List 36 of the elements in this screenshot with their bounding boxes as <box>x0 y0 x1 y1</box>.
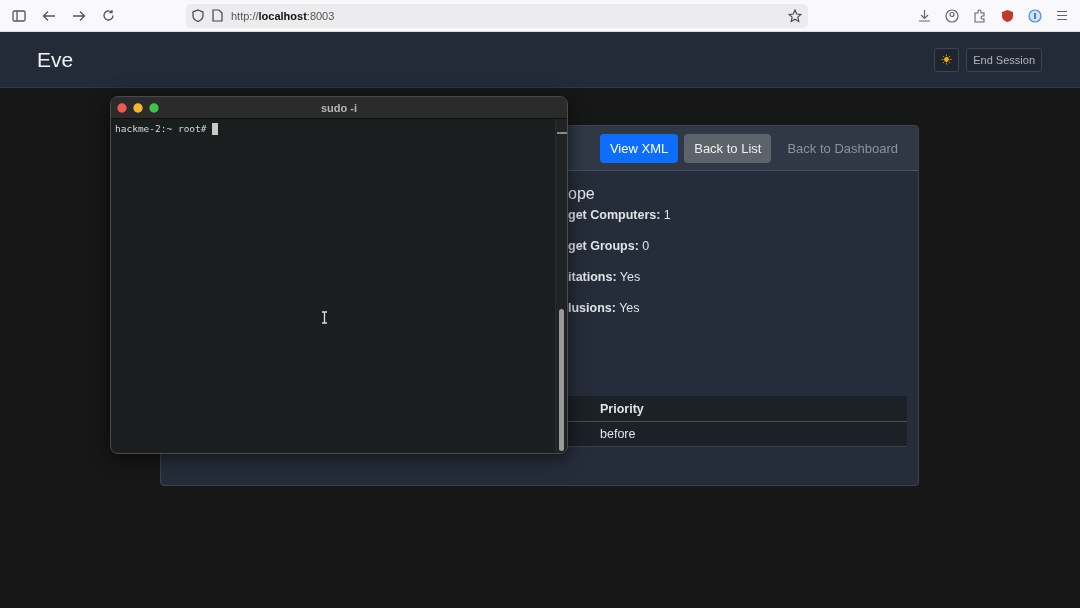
account-icon[interactable] <box>945 8 959 23</box>
menu-icon[interactable] <box>1056 10 1068 21</box>
action-button[interactable]: Back to List <box>684 133 772 163</box>
action-button[interactable]: View XML <box>599 133 679 163</box>
text-cursor-icon <box>321 311 328 324</box>
maximize-icon[interactable] <box>149 102 159 113</box>
theme-toggle-button[interactable] <box>934 47 960 72</box>
scrollbar[interactable] <box>555 119 567 453</box>
star-icon[interactable] <box>788 8 802 23</box>
detail-text: itations: Yes <box>568 270 642 286</box>
sidebar-icon[interactable] <box>12 9 26 22</box>
brand-title[interactable]: Eve <box>37 47 74 72</box>
back-icon[interactable] <box>42 9 56 22</box>
end-session-button[interactable]: End Session <box>966 47 1042 72</box>
close-icon[interactable] <box>117 102 127 113</box>
detail-text: lusions: Yes <box>568 301 641 317</box>
address-bar[interactable]: http://localhost:8003 <box>186 3 808 28</box>
detail-text: get Computers: 1 <box>568 208 672 224</box>
forward-icon[interactable] <box>72 9 86 22</box>
column-header: Priority <box>568 396 907 422</box>
url-text: http://localhost:8003 <box>231 9 335 22</box>
download-icon[interactable] <box>918 9 931 22</box>
window-title: sudo -i <box>320 101 358 114</box>
terminal-prompt: hackme-2:~ root# <box>115 123 207 134</box>
shield-icon[interactable] <box>1001 8 1014 23</box>
table-cell: before <box>568 421 907 447</box>
sun-icon <box>941 54 953 65</box>
page-icon <box>212 9 223 22</box>
shield-icon <box>192 9 204 22</box>
back-link[interactable]: Back to Dashboard <box>777 133 908 163</box>
minimize-icon[interactable] <box>133 102 143 113</box>
puzzle-icon[interactable] <box>973 8 987 23</box>
section-heading: ope <box>568 185 596 203</box>
text-cursor <box>211 123 218 135</box>
detail-text: get Groups: 0 <box>568 239 651 255</box>
reload-icon[interactable] <box>102 9 115 22</box>
